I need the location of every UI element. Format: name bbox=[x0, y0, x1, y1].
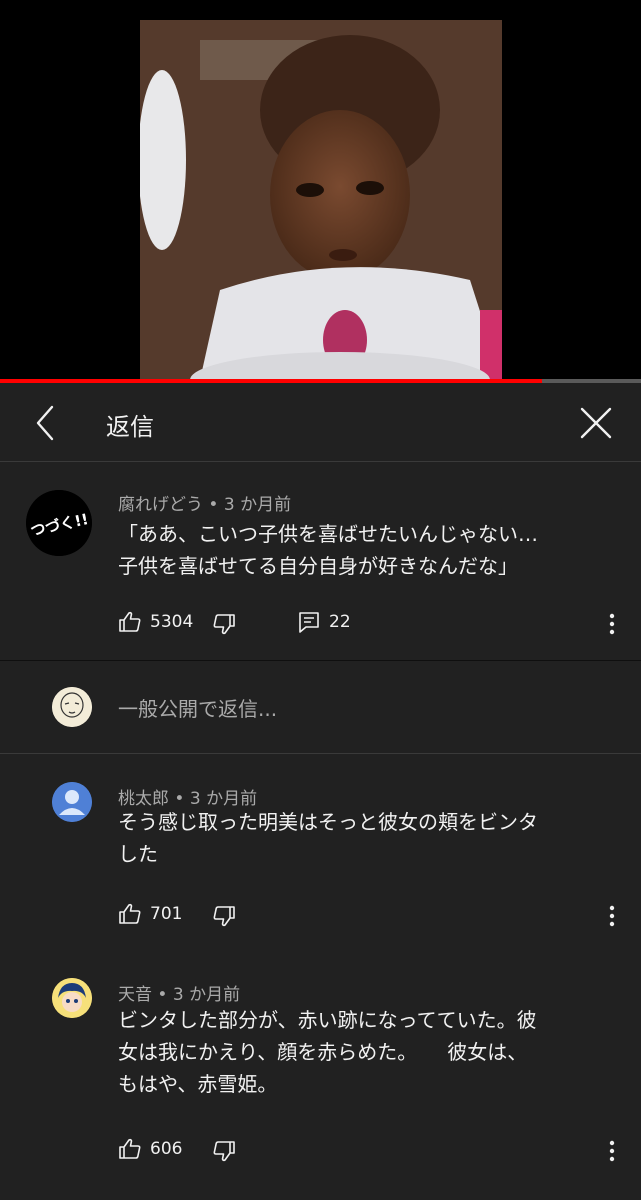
parent-comment: つづく!! 腐れげどう • 3 か月前 「ああ、こいつ子供を喜ばせたいんじゃない… bbox=[0, 462, 641, 660]
avatar[interactable]: つづく!! bbox=[26, 490, 92, 556]
comment-text: そう感じ取った明美はそっと彼女の頬をビンタ した bbox=[118, 806, 618, 870]
like-count: 606 bbox=[150, 1139, 183, 1159]
comment-line: した bbox=[118, 842, 158, 866]
avatar-logo-icon: つづく!! bbox=[26, 490, 92, 556]
meta-separator: • bbox=[157, 985, 168, 1005]
comment-line: 女は我にかえり、顔を赤らめた。 彼女は、 bbox=[118, 1040, 528, 1064]
avatar[interactable] bbox=[52, 978, 92, 1018]
thumbs-down-icon bbox=[213, 1141, 235, 1162]
thumbs-down-icon bbox=[213, 906, 235, 927]
anime-avatar-icon bbox=[52, 978, 92, 1018]
my-avatar bbox=[52, 687, 92, 727]
more-options-button[interactable] bbox=[600, 612, 624, 636]
video-player[interactable] bbox=[0, 0, 641, 383]
comment-time: 3 か月前 bbox=[223, 495, 292, 515]
back-button[interactable] bbox=[24, 401, 68, 445]
reply-count: 22 bbox=[329, 612, 351, 632]
comment-line: もはや、赤雪姫。 bbox=[118, 1072, 278, 1096]
comment-author[interactable]: 天音 bbox=[118, 985, 152, 1005]
panel-title: 返信 bbox=[106, 413, 154, 441]
video-thumbnail-illustration bbox=[140, 20, 502, 380]
replies-button[interactable]: 22 bbox=[297, 610, 351, 634]
dislike-button[interactable] bbox=[212, 904, 236, 928]
thumbs-up-icon bbox=[119, 903, 141, 924]
dislike-button[interactable] bbox=[212, 1139, 236, 1163]
thumbs-up-icon bbox=[119, 611, 141, 632]
replies-panel-header: 返信 bbox=[0, 383, 641, 462]
comment-text: 「ああ、こいつ子供を喜ばせたいんじゃない… 子供を喜ばせてる自分自身が好きなんだ… bbox=[118, 518, 628, 582]
replies-list: 桃太郎 • 3 か月前 そう感じ取った明美はそっと彼女の頬をビンタ した 701 bbox=[0, 754, 641, 1200]
comment-text: ビンタした部分が、赤い跡になってていた。彼 女は我にかえり、顔を赤らめた。 彼女… bbox=[118, 1004, 618, 1100]
comment-line: ビンタした部分が、赤い跡になってていた。彼 bbox=[118, 1008, 537, 1032]
like-button[interactable]: 606 bbox=[118, 1137, 182, 1161]
more-vert-icon bbox=[609, 905, 615, 927]
comment-author[interactable]: 腐れげどう bbox=[118, 495, 203, 515]
close-icon bbox=[580, 407, 612, 439]
thumbs-down-icon bbox=[213, 614, 235, 635]
like-button[interactable]: 701 bbox=[118, 902, 182, 926]
more-options-button[interactable] bbox=[600, 904, 624, 928]
default-user-icon bbox=[52, 782, 92, 822]
comment-icon bbox=[299, 612, 319, 633]
more-vert-icon bbox=[609, 1140, 615, 1162]
comment-line: 「ああ、こいつ子供を喜ばせたいんじゃない… bbox=[118, 522, 538, 546]
reply-input[interactable]: 一般公開で返信... bbox=[118, 693, 277, 722]
reply-input-row[interactable]: 一般公開で返信... bbox=[0, 661, 641, 754]
like-count: 701 bbox=[150, 904, 183, 924]
meta-separator: • bbox=[208, 495, 219, 515]
avatar[interactable] bbox=[52, 782, 92, 822]
comment-meta: 腐れげどう • 3 か月前 bbox=[118, 490, 291, 515]
user-sketch-icon bbox=[52, 687, 92, 727]
comment-line: 子供を喜ばせてる自分自身が好きなんだな」 bbox=[118, 554, 518, 578]
chevron-left-icon bbox=[36, 405, 54, 441]
like-button[interactable]: 5304 bbox=[118, 610, 193, 634]
more-options-button[interactable] bbox=[600, 1139, 624, 1163]
more-vert-icon bbox=[609, 613, 615, 635]
like-count: 5304 bbox=[150, 612, 194, 632]
comment-meta: 天音 • 3 か月前 bbox=[118, 980, 240, 1005]
comment-line: そう感じ取った明美はそっと彼女の頬をビンタ bbox=[118, 810, 538, 834]
dislike-button[interactable] bbox=[212, 612, 236, 636]
video-frame[interactable] bbox=[140, 20, 502, 380]
close-button[interactable] bbox=[574, 401, 618, 445]
thumbs-up-icon bbox=[119, 1138, 141, 1159]
comment-time: 3 か月前 bbox=[172, 985, 241, 1005]
